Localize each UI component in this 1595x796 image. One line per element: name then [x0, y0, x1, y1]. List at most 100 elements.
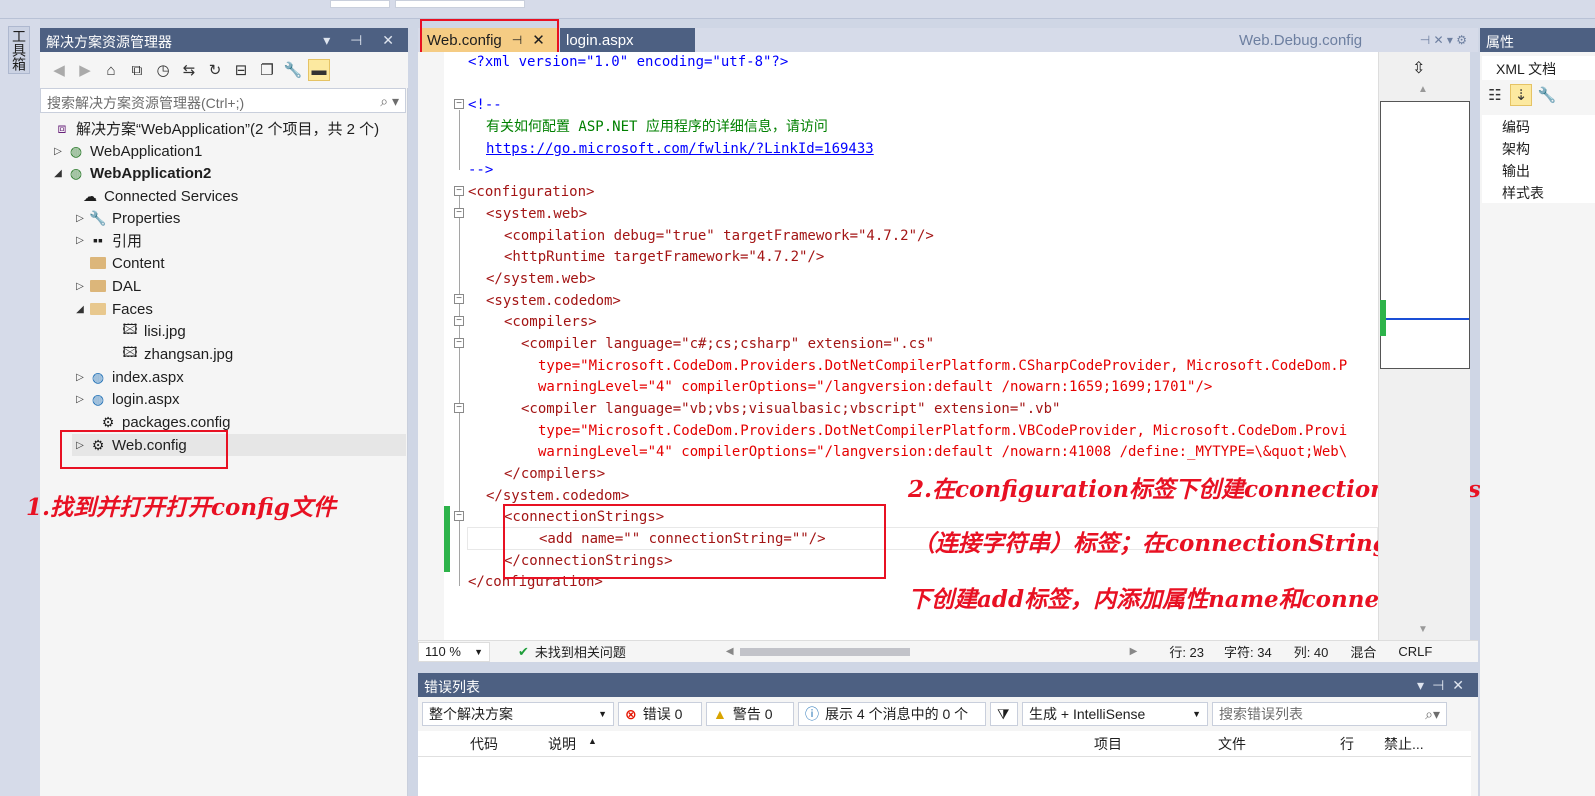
expand-icon[interactable]: ▷ [50, 146, 66, 157]
pending-changes-icon[interactable]: ◷ [152, 59, 174, 81]
property-row[interactable]: 编码 [1482, 115, 1595, 137]
properties-toolbar: ☷ ⇣ 🔧 [1484, 84, 1558, 106]
tree-connected-services[interactable]: ☁ Connected Services [80, 185, 238, 207]
scope-dropdown[interactable]: 整个解决方案 ▼ [422, 702, 614, 726]
property-row[interactable]: 输出 [1482, 159, 1595, 181]
code-line: </compilers> [504, 466, 606, 482]
refresh-icon[interactable]: ↻ [204, 59, 226, 81]
code-link[interactable]: https://go.microsoft.com/fwlink/?LinkId=… [486, 138, 874, 160]
scroll-down-icon[interactable]: ▼ [1418, 624, 1428, 635]
tree-file-zhangsan[interactable]: 🖾 zhangsan.jpg [120, 343, 233, 365]
split-icon[interactable]: ⇳ [1412, 58, 1425, 78]
tab-controls-icon[interactable]: ⊣ ✕ ▾ ⚙ [1420, 33, 1467, 47]
tab-login-aspx[interactable]: login.aspx [560, 28, 695, 52]
column-header-code[interactable]: 代码 [470, 734, 498, 754]
expand-icon[interactable]: ▷ [72, 394, 88, 405]
switch-views-icon[interactable]: ⧉ [126, 59, 148, 81]
properties-object-selector[interactable]: XML 文档 [1482, 56, 1595, 80]
alphabetical-icon[interactable]: ⇣ [1510, 84, 1532, 106]
toolbox-tab[interactable]: 工具箱 [8, 26, 30, 74]
tab-web-debug-config[interactable]: Web.Debug.config ⊣ ✕ ▾ ⚙ [1233, 28, 1473, 52]
property-pages-icon[interactable]: 🔧 [1536, 84, 1558, 106]
tree-file-index[interactable]: ▷ ◍ index.aspx [72, 366, 184, 388]
error-search-input[interactable]: 搜索错误列表 ⌕▾ [1212, 702, 1447, 726]
toolbar-combo[interactable] [330, 0, 390, 8]
left-dock-strip [0, 19, 40, 796]
build-source-dropdown[interactable]: 生成 + IntelliSense ▼ [1022, 702, 1208, 726]
tree-file-lisi[interactable]: 🖾 lisi.jpg [120, 320, 185, 342]
column-header-project[interactable]: 项目 [1094, 734, 1122, 754]
search-placeholder: 搜索解决方案资源管理器(Ctrl+;) [47, 95, 245, 111]
toolbar-combo[interactable] [395, 0, 525, 8]
errors-count: 错误 0 [642, 706, 683, 722]
solution-explorer-search[interactable]: 搜索解决方案资源管理器(Ctrl+;) ⌕ ▾ [40, 88, 406, 113]
horizontal-scroll-thumb[interactable] [739, 647, 910, 656]
error-list-title-bar: 错误列表 ▾⊣✕ [418, 673, 1478, 697]
collapse-icon[interactable]: ◢ [72, 304, 88, 315]
property-row[interactable]: 样式表 [1482, 181, 1595, 203]
expand-icon[interactable]: ▷ [72, 281, 88, 292]
column-header-description[interactable]: 说明 [548, 734, 576, 754]
home-icon[interactable]: ⌂ [100, 59, 122, 81]
fold-toggle-icon[interactable]: − [454, 511, 464, 521]
code-line: type="Microsoft.CodeDom.Providers.DotNet… [538, 423, 1348, 439]
tree-faces-folder[interactable]: ◢ Faces [72, 298, 153, 320]
scroll-right-icon[interactable]: ▶ [1130, 646, 1138, 657]
warnings-filter-button[interactable]: ▲ 警告 0 [706, 702, 794, 726]
tree-content-folder[interactable]: Content [88, 252, 165, 274]
forward-icon[interactable]: ▶ [74, 59, 96, 81]
expand-icon[interactable]: ▷ [72, 213, 88, 224]
collapse-icon[interactable]: ◢ [50, 168, 66, 179]
tree-label: 解决方案“WebApplication”(2 个项目，共 2 个) [76, 120, 380, 138]
sync-icon[interactable]: ⇆ [178, 59, 200, 81]
column-header-suppression[interactable]: 禁止... [1384, 734, 1424, 754]
filter-icon[interactable]: ⧩ [990, 702, 1018, 726]
sort-ascending-icon: ▲ [588, 736, 597, 746]
tree-properties[interactable]: ▷ 🔧 Properties [72, 207, 180, 229]
column-header-line[interactable]: 行 [1340, 734, 1354, 754]
fold-toggle-icon[interactable]: − [454, 294, 464, 304]
tree-project-2[interactable]: ◢ ◍ WebApplication2 [50, 162, 211, 184]
panel-controls[interactable]: ▾⊣✕ [1417, 677, 1472, 693]
property-row[interactable]: 架构 [1482, 137, 1595, 159]
fold-toggle-icon[interactable]: − [454, 186, 464, 196]
properties-wrench-icon[interactable]: 🔧 [282, 59, 304, 81]
fold-toggle-icon[interactable]: − [454, 338, 464, 348]
editor-gutter [418, 52, 444, 640]
check-icon: ✔ [518, 643, 529, 659]
expand-icon[interactable]: ▷ [72, 372, 88, 383]
panel-controls[interactable]: ▾ ⊣ ✕ [323, 32, 402, 48]
scroll-left-icon[interactable]: ◀ [726, 646, 734, 657]
show-all-files-icon[interactable]: ❐ [256, 59, 278, 81]
messages-filter-button[interactable]: ⓘ 展示 4 个消息中的 0 个 [798, 702, 986, 726]
preview-selected-icon[interactable]: ▬ [308, 59, 330, 81]
categorized-icon[interactable]: ☷ [1484, 84, 1506, 106]
tree-file-login[interactable]: ▷ ◍ login.aspx [72, 388, 179, 410]
tree-references[interactable]: ▷ ▪▪ 引用 [72, 229, 142, 251]
scroll-up-icon[interactable]: ▲ [1418, 84, 1428, 95]
fold-toggle-icon[interactable]: − [454, 316, 464, 326]
column-header-file[interactable]: 文件 [1218, 734, 1246, 754]
solution-explorer-title-bar: 解决方案资源管理器 ▾ ⊣ ✕ [40, 28, 408, 52]
line-number: 行: 23 [1169, 645, 1205, 660]
tree-project-1[interactable]: ▷ ◍ WebApplication1 [50, 140, 202, 162]
tree-dal-folder[interactable]: ▷ DAL [72, 275, 141, 297]
tree-solution[interactable]: ⧈ 解决方案“WebApplication”(2 个项目，共 2 个) [52, 117, 380, 139]
properties-title: 属性 [1480, 28, 1595, 52]
zoom-dropdown[interactable]: 110 % ▼ [418, 641, 490, 662]
minimap[interactable] [1380, 101, 1470, 369]
fold-toggle-icon[interactable]: − [454, 208, 464, 218]
collapse-all-icon[interactable]: ⊟ [230, 59, 252, 81]
line-ending[interactable]: CRLF [1398, 644, 1432, 659]
tab-mode[interactable]: 混合 [1350, 642, 1376, 661]
search-icon[interactable]: ⌕ ▾ [380, 93, 399, 109]
back-icon[interactable]: ◀ [48, 59, 70, 81]
web-project-icon: ◍ [69, 142, 83, 159]
errors-filter-button[interactable]: ⊗ 错误 0 [618, 702, 702, 726]
column-number: 列: 40 [1293, 645, 1329, 660]
fold-toggle-icon[interactable]: − [454, 403, 464, 413]
code-line: <compiler language="vb;vbs;visualbasic;v… [521, 401, 1061, 417]
fold-toggle-icon[interactable]: − [454, 99, 464, 109]
error-icon: ⊗ [625, 705, 637, 722]
expand-icon[interactable]: ▷ [72, 235, 88, 246]
